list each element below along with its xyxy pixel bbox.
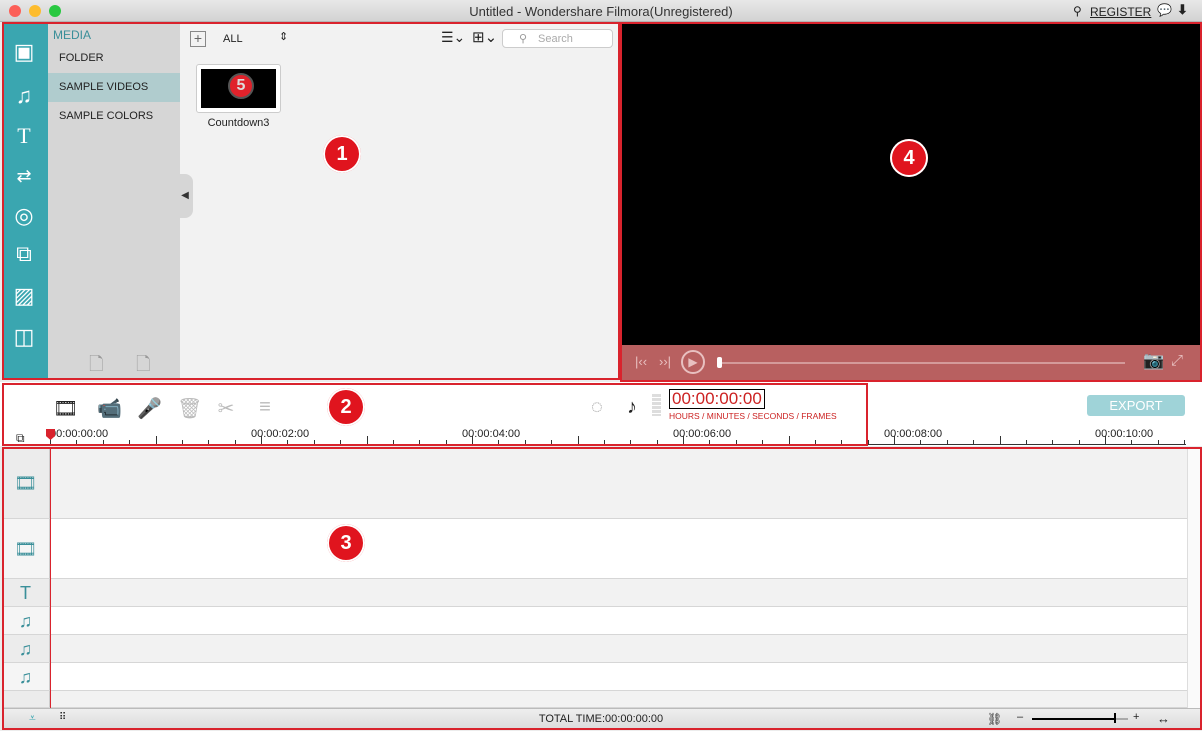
register-link[interactable]: REGISTER [1090, 5, 1151, 19]
ruler-tick [1157, 440, 1159, 444]
download-icon[interactable]: ⬇ [1177, 2, 1188, 18]
ruler-tick [1184, 440, 1186, 444]
badge-2: 2 [327, 388, 365, 426]
ruler-tick [973, 440, 975, 444]
ruler-tick [1025, 440, 1027, 444]
export-button[interactable]: EXPORT [1087, 395, 1185, 416]
message-icon[interactable]: 💬 [1157, 3, 1172, 17]
badge-1: 1 [323, 135, 361, 173]
title-bar: Untitled - Wondershare Filmora(Unregiste… [0, 0, 1202, 22]
region-1-outline [2, 22, 620, 380]
ruler-label: 00:00:08:00 [884, 428, 943, 440]
ruler-tick [1078, 440, 1080, 444]
region-3-outline [2, 447, 1202, 730]
ruler-tick [999, 436, 1001, 444]
ruler-label: 00:00:10:00 [1095, 428, 1154, 440]
ruler-tick [1052, 440, 1054, 444]
key-icon: ⚲ [1073, 4, 1082, 18]
badge-4: 4 [890, 139, 928, 177]
region-2-outline [2, 383, 868, 446]
ruler-tick [1131, 440, 1133, 444]
region-4-outline [620, 22, 1202, 382]
ruler-tick [920, 440, 922, 444]
badge-3: 3 [327, 524, 365, 562]
ruler-tick [946, 440, 948, 444]
window-title: Untitled - Wondershare Filmora(Unregiste… [469, 4, 733, 19]
